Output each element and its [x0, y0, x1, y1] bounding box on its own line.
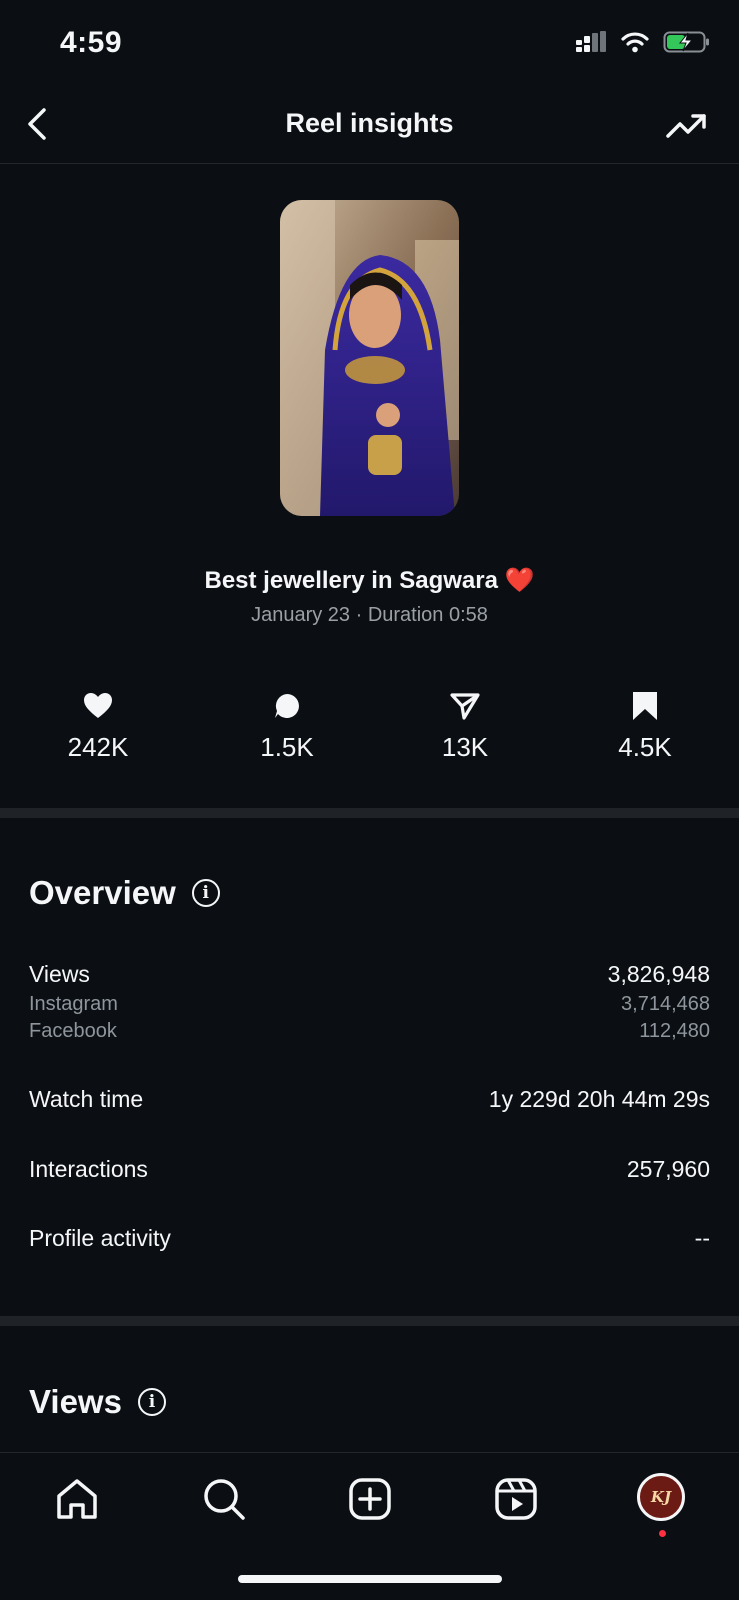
shares-count: 13K [441, 732, 489, 762]
watch-time-label: Watch time [29, 1086, 144, 1112]
overview-heading: Overview i [29, 874, 220, 912]
reel-date-duration: January 23 · Duration 0:58 [251, 604, 488, 626]
reels-icon [495, 1478, 537, 1520]
profile-activity-label: Profile activity [29, 1225, 171, 1251]
home-icon [57, 1479, 97, 1519]
heart-icon [84, 693, 112, 718]
profile-activity-value: -- [694, 1225, 710, 1251]
battery-charging-icon [663, 31, 709, 53]
likes-metric: 242K [28, 690, 168, 763]
header: Reel insights [0, 90, 739, 164]
comment-icon [275, 694, 299, 718]
engagement-metrics: 242K 1.5K 13K 4.5K [0, 690, 739, 763]
search-icon [204, 1479, 245, 1520]
section-divider [0, 1316, 739, 1326]
bookmark-icon [633, 692, 657, 720]
facebook-row: Facebook 112,480 [29, 1020, 710, 1043]
wifi-icon [621, 32, 649, 53]
nav-reels[interactable] [492, 1475, 540, 1523]
info-icon[interactable]: i [137, 1388, 166, 1416]
notification-dot [659, 1530, 666, 1537]
facebook-value: 112,480 [639, 1020, 710, 1042]
views-label: Views [29, 961, 90, 987]
interactions-value: 257,960 [626, 1156, 710, 1182]
watch-time-value: 1y 229d 20h 44m 29s [488, 1086, 710, 1112]
profile-activity-row[interactable]: Profile activity -- [29, 1225, 710, 1252]
views-row: Views 3,826,948 [29, 961, 710, 988]
interactions-label: Interactions [29, 1156, 148, 1182]
profile-avatar[interactable]: KJ [637, 1473, 685, 1521]
interactions-row[interactable]: Interactions 257,960 [29, 1156, 710, 1183]
views-title: Views [29, 1383, 122, 1420]
instagram-row: Instagram 3,714,468 [29, 993, 710, 1016]
views-heading: Views i [29, 1383, 166, 1421]
page-title: Reel insights [285, 108, 454, 138]
saves-metric: 4.5K [575, 690, 715, 763]
instagram-label: Instagram [29, 993, 118, 1015]
reel-thumbnail[interactable] [280, 200, 459, 516]
section-divider [0, 808, 739, 818]
saves-count: 4.5K [618, 732, 672, 762]
status-icons [575, 30, 711, 54]
cellular-signal-icon [576, 31, 606, 52]
create-icon [349, 1478, 391, 1520]
trending-up-icon[interactable] [665, 106, 709, 146]
status-time: 4:59 [60, 26, 123, 59]
instagram-value: 3,714,468 [621, 993, 710, 1015]
nav-home[interactable] [53, 1475, 101, 1523]
nav-create[interactable] [346, 1475, 394, 1523]
facebook-label: Facebook [29, 1020, 117, 1042]
comments-metric: 1.5K [217, 690, 357, 763]
shares-metric: 13K [395, 690, 535, 763]
views-value: 3,826,948 [607, 961, 710, 987]
status-bar: 4:59 [0, 0, 739, 90]
watch-time-row: Watch time 1y 229d 20h 44m 29s [29, 1086, 710, 1113]
overview-title: Overview [29, 874, 176, 911]
reel-title: Best jewellery in Sagwara ❤️ [204, 567, 535, 594]
comments-count: 1.5K [260, 732, 314, 762]
home-indicator[interactable] [238, 1575, 502, 1583]
share-icon [450, 693, 480, 720]
info-icon[interactable]: i [191, 879, 220, 907]
nav-search[interactable] [200, 1475, 248, 1523]
likes-count: 242K [67, 732, 129, 762]
